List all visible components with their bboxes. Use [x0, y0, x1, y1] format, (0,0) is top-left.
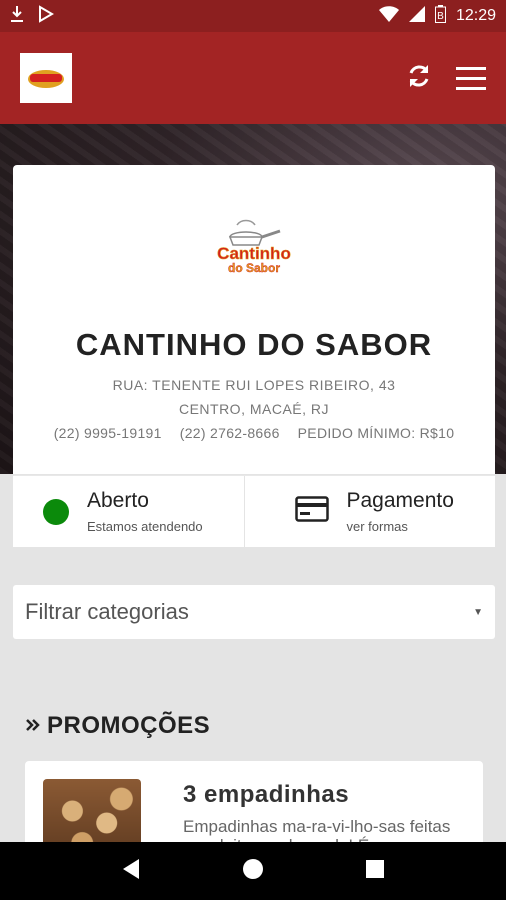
open-status-subtitle: Estamos atendendo	[87, 519, 203, 534]
double-chevron-right-icon	[25, 712, 41, 740]
category-filter-select[interactable]: Filtrar categorias ▼	[13, 585, 495, 639]
battery-icon: B	[434, 4, 446, 28]
credit-card-icon	[294, 495, 329, 528]
restaurant-card: Cantinho do Sabor CANTINHO DO SABOR RUA:…	[13, 165, 495, 474]
refresh-icon[interactable]	[406, 63, 432, 94]
svg-text:B: B	[437, 11, 444, 22]
logo-wordmark-line2: do Sabor	[228, 261, 280, 275]
phone-1[interactable]: (22) 9995-19191	[54, 425, 162, 441]
signal-icon	[408, 5, 425, 27]
open-status-title: Aberto	[87, 489, 149, 512]
hamburger-menu-icon[interactable]	[456, 66, 486, 90]
promo-item[interactable]: 3 empadinhas Empadinhas ma-ra-vi-lho-sas…	[25, 761, 483, 851]
back-icon[interactable]	[121, 858, 141, 885]
category-filter-label: Filtrar categorias	[25, 599, 189, 624]
info-row: Aberto Estamos atendendo Pagamento ver f…	[13, 475, 495, 547]
dropdown-caret-icon: ▼	[473, 606, 483, 618]
app-bar	[0, 32, 506, 124]
promo-image	[43, 779, 141, 851]
download-icon	[10, 5, 24, 28]
address-line2: CENTRO, MACAÉ, RJ	[178, 401, 330, 417]
payment-methods-button[interactable]: Pagamento ver formas	[243, 476, 496, 547]
min-order: PEDIDO MÍNIMO: R$10	[297, 425, 455, 441]
status-bar: B 12:29	[0, 0, 506, 32]
promotions-title: PROMOÇÕES	[47, 712, 211, 739]
promotions-heading: PROMOÇÕES	[25, 712, 210, 740]
contact-row: (22) 9995-19191 (22) 2762-8666 PEDIDO MÍ…	[13, 425, 495, 441]
app-logo[interactable]	[20, 53, 72, 103]
play-store-icon	[38, 4, 54, 28]
phone-2[interactable]: (22) 2762-8666	[180, 425, 280, 441]
open-status-dot-icon	[43, 498, 69, 525]
recents-icon[interactable]	[365, 859, 385, 884]
open-status: Aberto Estamos atendendo	[13, 476, 244, 547]
payment-title: Pagamento	[346, 489, 454, 512]
restaurant-logo: Cantinho do Sabor	[209, 217, 299, 277]
promo-title: 3 empadinhas	[183, 781, 350, 808]
payment-subtitle: ver formas	[346, 519, 408, 534]
system-nav-bar	[0, 842, 506, 900]
address-line1: RUA: TENENTE RUI LOPES RIBEIRO, 43	[112, 377, 396, 393]
home-icon[interactable]	[242, 858, 264, 885]
restaurant-name: CANTINHO DO SABOR	[75, 327, 433, 362]
clock: 12:29	[455, 7, 496, 24]
wifi-icon	[378, 5, 399, 27]
